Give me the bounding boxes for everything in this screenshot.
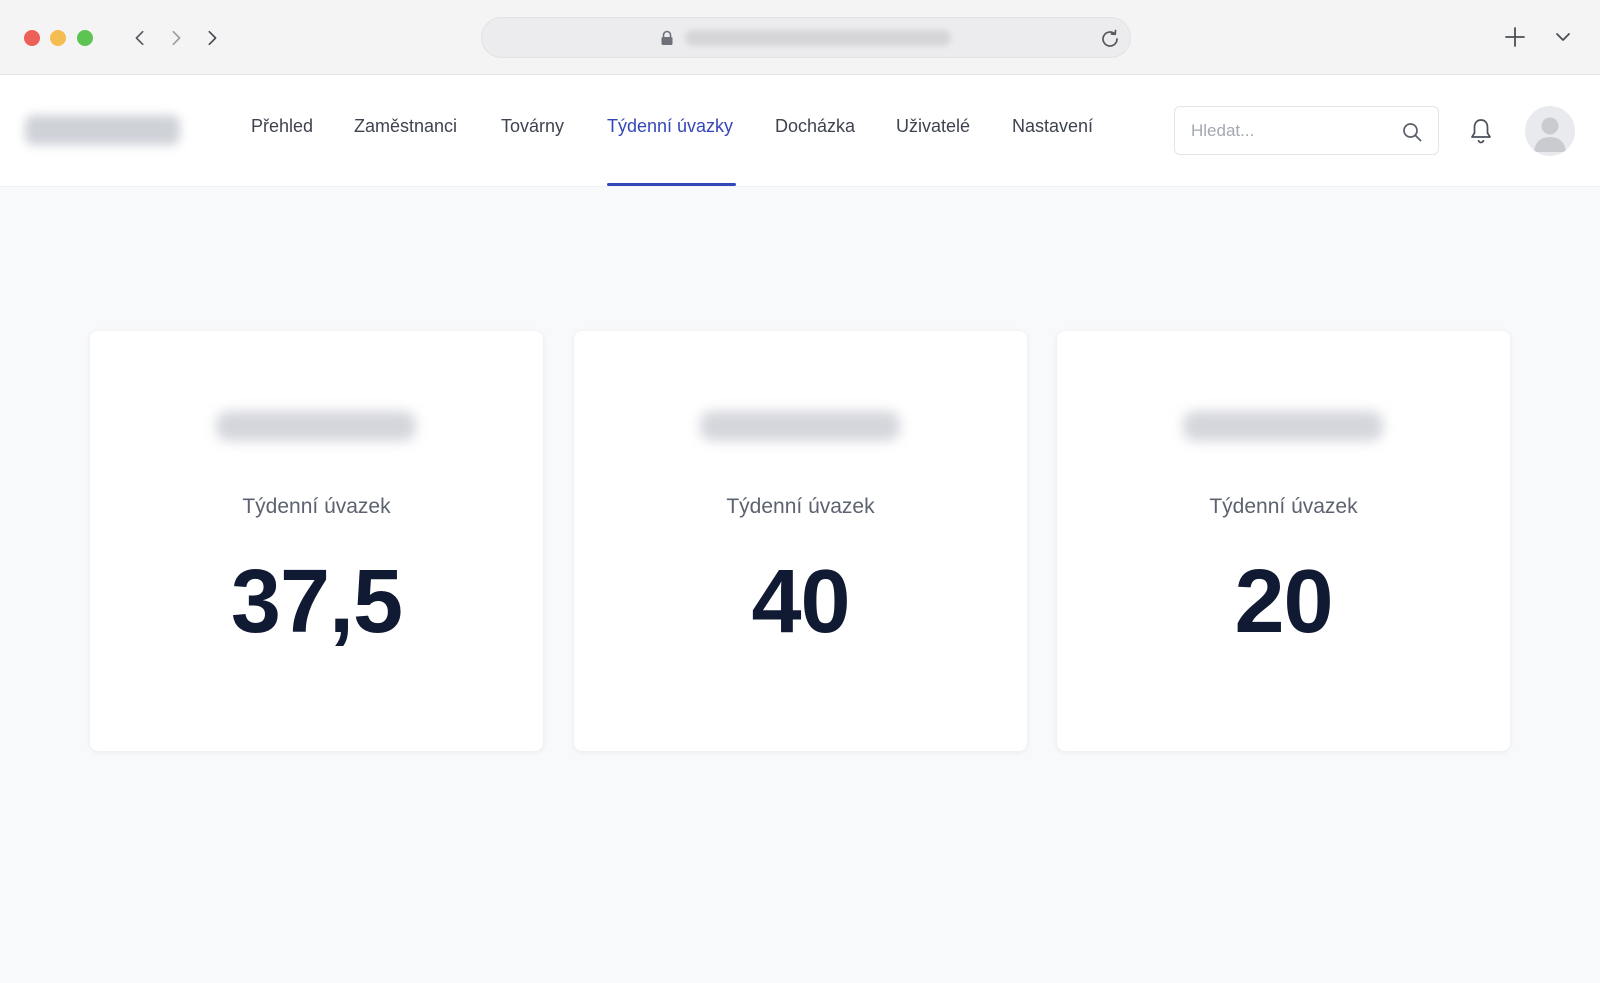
nav-item-tydenni-uvazky[interactable]: Týdenní úvazky	[607, 116, 733, 137]
url-text-redacted	[685, 30, 951, 46]
minimize-window-button[interactable]	[50, 30, 66, 46]
card-value: 20	[1234, 552, 1333, 652]
workload-card[interactable]: Týdenní úvazek 37,5	[90, 331, 543, 751]
card-title-redacted	[700, 411, 900, 441]
nav-item-tovarny[interactable]: Továrny	[501, 116, 564, 137]
chevron-down-icon[interactable]	[1553, 27, 1573, 47]
card-label: Týdenní úvazek	[1209, 495, 1358, 518]
card-title-redacted	[216, 411, 416, 441]
nav-item-nastaveni[interactable]: Nastavení	[1012, 116, 1093, 137]
workload-card[interactable]: Týdenní úvazek 40	[574, 331, 1027, 751]
back-button[interactable]	[127, 25, 153, 51]
nav-item-dochazka[interactable]: Docházka	[775, 116, 855, 137]
avatar-icon	[1534, 117, 1566, 152]
nav-item-prehled[interactable]: Přehled	[251, 116, 313, 137]
browser-window: Přehled Zaměstnanci Továrny Týdenní úvaz…	[0, 0, 1600, 983]
browser-toolbar	[0, 0, 1600, 75]
search-input[interactable]	[1191, 119, 1391, 143]
workload-card[interactable]: Týdenní úvazek 20	[1057, 331, 1510, 751]
address-bar[interactable]	[481, 17, 1131, 58]
search-box[interactable]	[1174, 106, 1439, 155]
forward-button[interactable]	[163, 25, 189, 51]
card-label: Týdenní úvazek	[726, 495, 875, 518]
active-tab-indicator	[607, 183, 736, 186]
chevron-right-icon	[208, 30, 217, 46]
lock-icon	[661, 30, 673, 45]
forward-button-secondary[interactable]	[199, 25, 225, 51]
maximize-window-button[interactable]	[77, 30, 93, 46]
card-title-redacted	[1183, 411, 1383, 441]
logo[interactable]	[25, 115, 180, 145]
bell-icon[interactable]	[1468, 117, 1494, 145]
card-label: Týdenní úvazek	[242, 495, 391, 518]
plus-icon[interactable]	[1502, 24, 1528, 50]
app-header: Přehled Zaměstnanci Továrny Týdenní úvaz…	[0, 75, 1600, 187]
nav-item-uzivatele[interactable]: Uživatelé	[896, 116, 970, 137]
reload-icon[interactable]	[1099, 28, 1121, 50]
search-icon[interactable]	[1401, 121, 1423, 143]
chevron-left-icon	[135, 30, 144, 46]
close-window-button[interactable]	[24, 30, 40, 46]
card-value: 37,5	[230, 552, 403, 652]
user-avatar[interactable]	[1525, 106, 1575, 156]
chevron-right-icon	[172, 30, 181, 46]
card-value: 40	[751, 552, 850, 652]
nav-item-zamestnanci[interactable]: Zaměstnanci	[354, 116, 457, 137]
